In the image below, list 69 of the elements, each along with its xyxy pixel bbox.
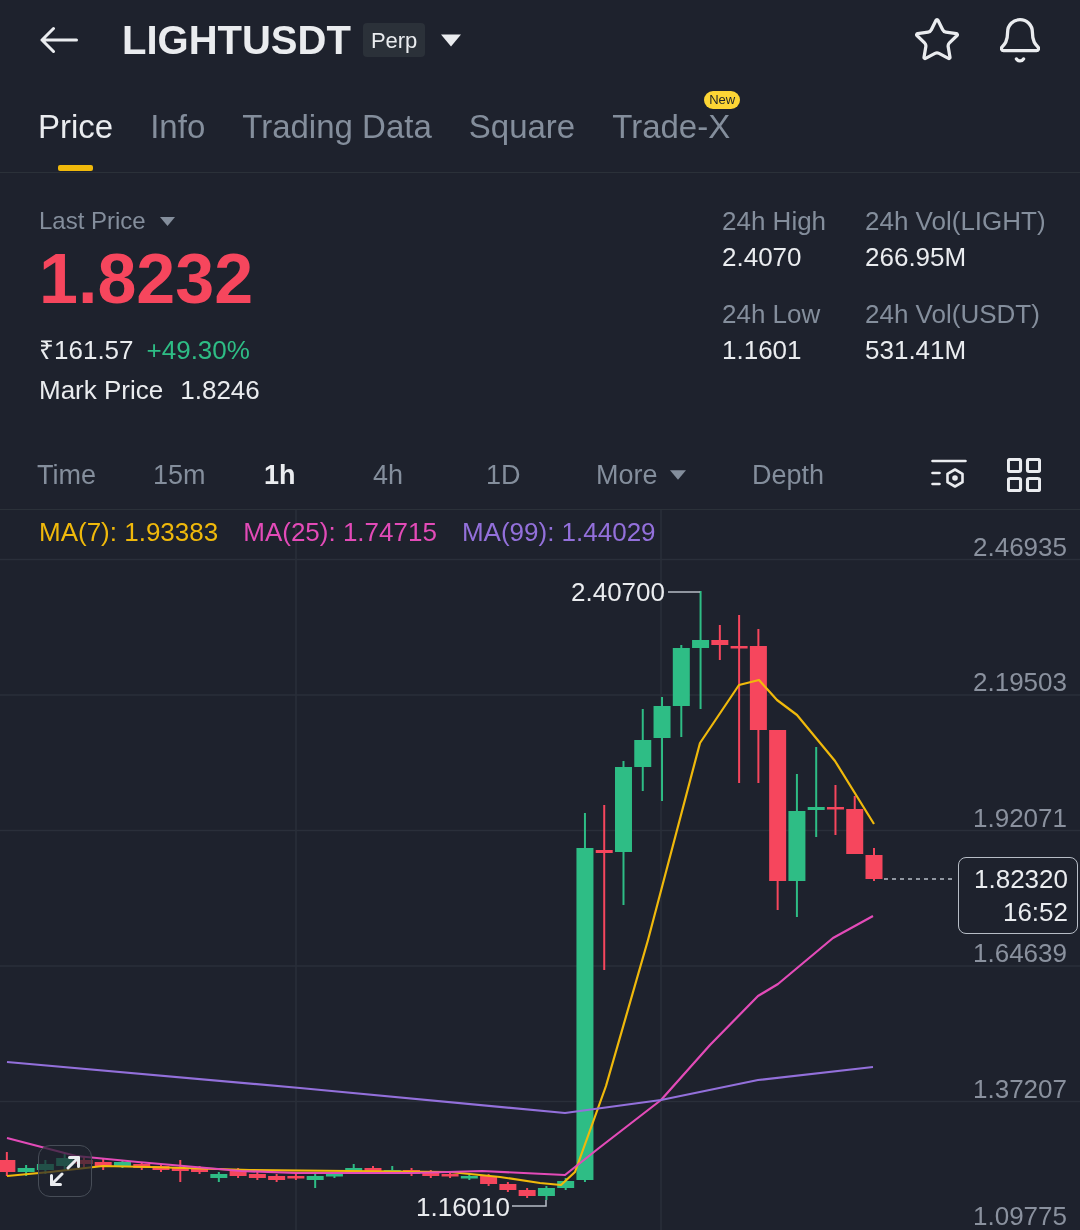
rising-candle: [460, 1173, 478, 1181]
tab[interactable]: Square: [468, 80, 576, 172]
expand-icon: [50, 1156, 80, 1186]
rising-candle: [113, 1159, 131, 1169]
leader-line: [667, 591, 701, 593]
stat-value: 531.41M: [865, 335, 968, 365]
stat-value: 2.4070: [722, 242, 803, 272]
stat-value: 1.1601: [722, 335, 803, 365]
falling-candle: [268, 1173, 286, 1183]
new-badge: New: [704, 91, 741, 109]
stat-label: 24h Vol(LIGHT): [865, 206, 1046, 236]
price-axis-label: 1.37207: [973, 1074, 1067, 1103]
candle-countdown: 16:52: [1002, 895, 1068, 929]
bell-icon[interactable]: [1000, 17, 1040, 63]
falling-candle: [499, 1181, 517, 1193]
indicator-label: MA(99): 1.44029: [461, 517, 656, 547]
falling-candle: [94, 1157, 112, 1171]
interval-tab[interactable]: 4h: [373, 458, 404, 491]
falling-candle: [480, 1173, 498, 1187]
leader-line: [511, 1199, 547, 1207]
price-axis-label: 1.92071: [973, 803, 1067, 832]
stat-value: 266.95M: [865, 242, 968, 272]
indicator-label: MA(25): 1.74715: [243, 517, 437, 547]
caret-down-icon: [159, 216, 175, 226]
rising-candle: [17, 1164, 35, 1177]
last-price: 1.8232: [39, 244, 254, 314]
back-arrow-icon[interactable]: [40, 26, 78, 54]
falling-candle: [826, 784, 844, 836]
high-price-marker: 2.40700: [571, 578, 665, 606]
falling-candle: [518, 1187, 536, 1199]
tab[interactable]: Price: [38, 80, 114, 172]
tab[interactable]: Info: [150, 80, 206, 172]
last-price-value: 1.82320: [974, 862, 1068, 896]
low-price-marker: 1.16010: [416, 1193, 510, 1221]
price-axis-label: 1.09775: [973, 1202, 1067, 1230]
price-axis-label: 2.19503: [973, 668, 1067, 696]
interval-tab[interactable]: 1D: [486, 458, 521, 491]
indicator-label: MA(7): 1.93383: [39, 517, 219, 547]
star-icon[interactable]: [915, 18, 959, 62]
price-type-dropdown[interactable]: Last Price: [39, 206, 175, 236]
interval-tab[interactable]: 1h: [264, 458, 296, 491]
price-change: +49.30%: [146, 335, 250, 365]
settings-icon[interactable]: [931, 458, 967, 491]
price-axis-label: 1.64639: [973, 939, 1067, 967]
fiat-price: ₹161.57: [39, 335, 134, 365]
falling-candle: [229, 1167, 247, 1179]
rising-candle: [210, 1171, 228, 1183]
falling-candle: [0, 1151, 16, 1177]
interval-tab[interactable]: Depth: [752, 458, 825, 491]
stat-label: 24h High: [722, 206, 828, 236]
falling-candle: [133, 1161, 151, 1171]
falling-candle: [422, 1169, 440, 1179]
symbol-title: LIGHTUSDT: [122, 20, 351, 60]
rising-candle: [537, 1185, 555, 1201]
caret-down-icon: [669, 469, 686, 480]
stat-label: 24h Vol(USDT): [865, 299, 1041, 329]
mark-price: 1.8246: [180, 375, 260, 405]
grid-layout-icon[interactable]: [1007, 457, 1041, 492]
caret-down-icon[interactable]: [441, 33, 462, 47]
contract-type-badge: Perp: [362, 23, 426, 57]
falling-candle: [248, 1171, 266, 1181]
expand-chart-button[interactable]: [38, 1145, 92, 1197]
tab[interactable]: Trading Data: [242, 80, 432, 172]
interval-tab[interactable]: 15m: [153, 458, 206, 491]
more-dropdown[interactable]: More: [596, 458, 686, 491]
price-axis-label: 2.46935: [973, 532, 1067, 561]
stat-label: 24h Low: [722, 299, 822, 329]
mark-price-label: Mark Price: [39, 375, 164, 405]
interval-tab[interactable]: Time: [37, 458, 96, 491]
